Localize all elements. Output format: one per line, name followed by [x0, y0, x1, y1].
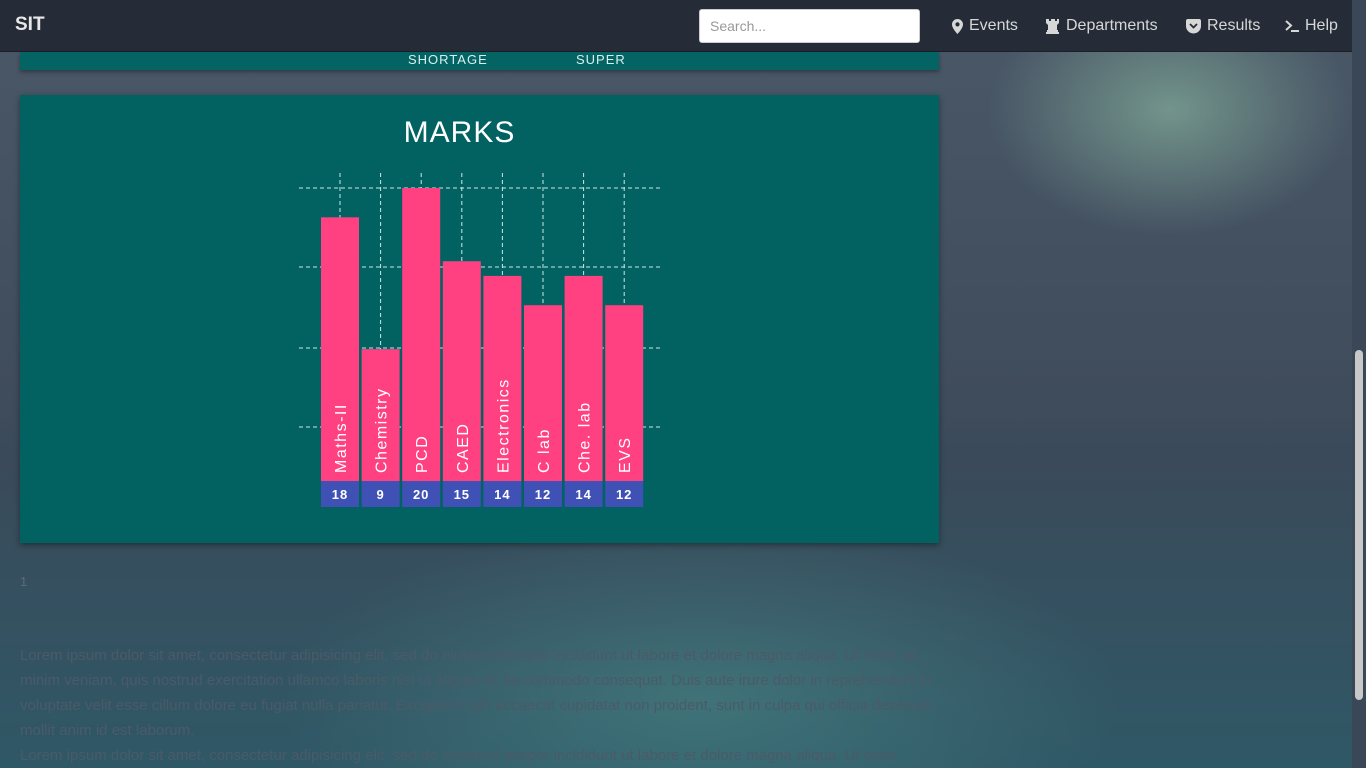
card-label-super: SUPER — [576, 52, 626, 67]
bar-value-label: 18 — [332, 487, 348, 502]
top-navbar: SIT Events Departments Results Help — [0, 0, 1352, 52]
nav-label-results: Results — [1207, 17, 1261, 34]
body-paragraph: Lorem ipsum dolor sit amet, consectetur … — [20, 647, 932, 739]
search-input[interactable] — [699, 9, 920, 43]
bar-category-label: EVS — [617, 436, 634, 473]
nav-item-events[interactable]: Events — [952, 17, 1018, 35]
bar-category-label: C lab — [536, 428, 553, 473]
card-label-shortage: SHORTAGE — [408, 52, 488, 67]
bar-value-label: 15 — [454, 487, 470, 502]
bar-value-label: 9 — [376, 487, 384, 502]
bar-value-label: 12 — [616, 487, 632, 502]
bar-category-label: CAED — [455, 423, 472, 473]
bar-category-label: PCD — [414, 435, 431, 473]
page-number: 1 — [20, 574, 28, 589]
bar-value-label: 14 — [575, 487, 591, 502]
bar-category-label: Che. lab — [577, 401, 594, 473]
marks-bar-chart: Maths-II 18 Chemistry 9 PCD 20 CAED 15 Electroni… — [299, 173, 660, 507]
brand-logo[interactable]: SIT — [15, 14, 45, 36]
pocket-icon — [1186, 18, 1201, 34]
scrollbar-thumb[interactable] — [1355, 350, 1363, 700]
bar-value-label: 12 — [535, 487, 551, 502]
bar-value-label: 14 — [494, 487, 510, 502]
nav-item-departments[interactable]: Departments — [1046, 17, 1158, 35]
nav-item-results[interactable]: Results — [1186, 17, 1260, 35]
map-marker-icon — [952, 18, 963, 34]
bar-category-label: Chemistry — [374, 387, 391, 473]
nav-item-help[interactable]: Help — [1285, 17, 1338, 35]
nav-label-departments: Departments — [1066, 17, 1158, 34]
bar-category-label: Maths-II — [333, 403, 350, 473]
terminal-icon — [1285, 19, 1299, 33]
previous-card: SHORTAGE SUPER — [20, 52, 939, 70]
nav-label-events: Events — [969, 17, 1018, 34]
body-paragraph: Lorem ipsum dolor sit amet, consectetur … — [20, 747, 897, 764]
scrollbar-track[interactable] — [1352, 0, 1366, 768]
chess-rook-icon — [1046, 18, 1060, 34]
nav-label-help: Help — [1305, 17, 1338, 34]
bar-category-label: Electronics — [495, 378, 512, 473]
bar-value-label: 20 — [413, 487, 429, 502]
